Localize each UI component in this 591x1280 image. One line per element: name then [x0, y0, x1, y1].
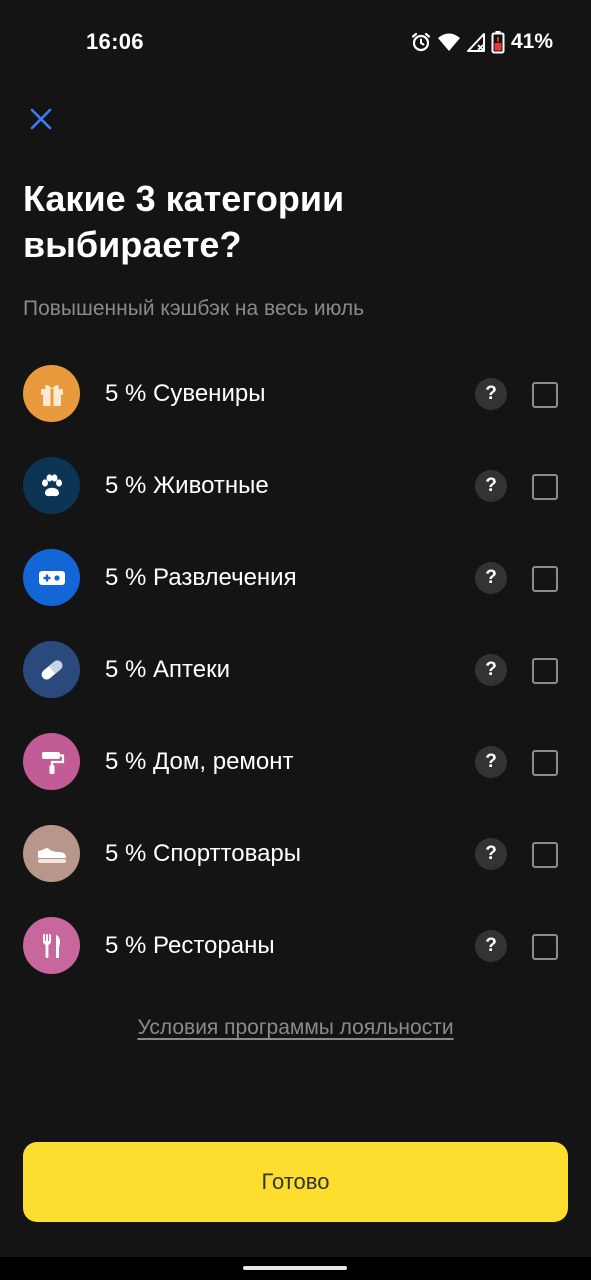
paint-roller-icon [23, 733, 80, 790]
category-item-souvenirs[interactable]: 5 % Сувениры ? [0, 348, 591, 440]
close-button[interactable] [26, 106, 56, 136]
close-icon [29, 107, 53, 136]
cutlery-icon [23, 917, 80, 974]
category-checkbox[interactable] [532, 658, 558, 684]
category-checkbox[interactable] [532, 566, 558, 592]
battery-percent: 41% [510, 30, 553, 53]
category-checkbox[interactable] [532, 474, 558, 500]
category-checkbox[interactable] [532, 934, 558, 960]
loyalty-terms-link[interactable]: Условия программы лояльности [0, 1016, 591, 1040]
alarm-icon [410, 31, 432, 53]
paw-icon [23, 457, 80, 514]
help-icon[interactable]: ? [475, 746, 507, 778]
help-icon[interactable]: ? [475, 930, 507, 962]
category-checkbox[interactable] [532, 382, 558, 408]
done-button[interactable]: Готово [23, 1142, 568, 1222]
status-time: 16:06 [86, 29, 144, 54]
status-icons: 41% [410, 28, 553, 56]
category-list: 5 % Сувениры ? 5 % Животные ? 5 % Развле… [0, 348, 591, 992]
category-label: 5 % Дом, ремонт [105, 748, 294, 775]
signal-icon [466, 31, 486, 53]
category-item-home-repair[interactable]: 5 % Дом, ремонт ? [0, 716, 591, 808]
page-subtitle: Повышенный кэшбэк на весь июль [23, 297, 365, 320]
category-label: 5 % Развлечения [105, 564, 297, 591]
help-icon[interactable]: ? [475, 470, 507, 502]
category-label: 5 % Животные [105, 472, 269, 499]
home-indicator[interactable] [243, 1266, 347, 1270]
gift-icon [23, 365, 80, 422]
category-item-restaurants[interactable]: 5 % Рестораны ? [0, 900, 591, 992]
page-title: Какие 3 категории выбираете? [23, 178, 345, 265]
category-item-animals[interactable]: 5 % Животные ? [0, 440, 591, 532]
wifi-icon [437, 31, 461, 53]
category-label: 5 % Сувениры [105, 380, 266, 407]
battery-icon [491, 30, 505, 54]
sneaker-icon [23, 825, 80, 882]
category-item-pharmacy[interactable]: 5 % Аптеки ? [0, 624, 591, 716]
category-label: 5 % Рестораны [105, 932, 275, 959]
pill-icon [23, 641, 80, 698]
category-checkbox[interactable] [532, 842, 558, 868]
help-icon[interactable]: ? [475, 838, 507, 870]
status-bar: 16:06 41% [0, 0, 591, 84]
category-label: 5 % Аптеки [105, 656, 231, 683]
category-label: 5 % Спорттовары [105, 840, 302, 867]
category-checkbox[interactable] [532, 750, 558, 776]
category-item-sports[interactable]: 5 % Спорттовары ? [0, 808, 591, 900]
help-icon[interactable]: ? [475, 378, 507, 410]
ticket-icon [23, 549, 80, 606]
help-icon[interactable]: ? [475, 562, 507, 594]
help-icon[interactable]: ? [475, 654, 507, 686]
category-item-entertainment[interactable]: 5 % Развлечения ? [0, 532, 591, 624]
